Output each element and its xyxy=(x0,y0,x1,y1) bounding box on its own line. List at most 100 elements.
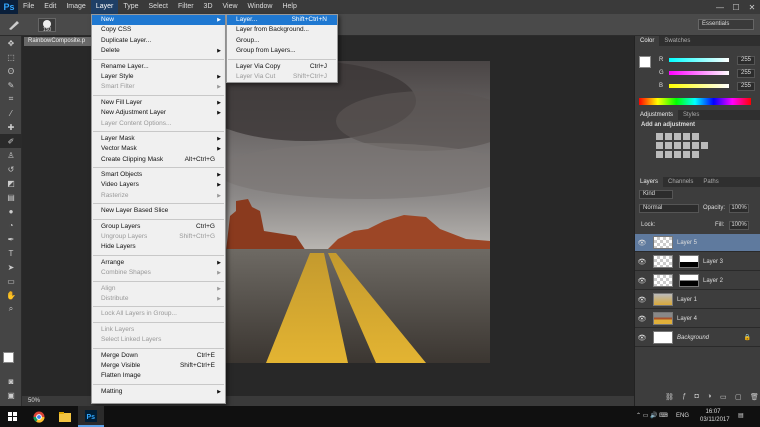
menu-item-new[interactable]: New ▶ xyxy=(92,15,225,26)
visibility-eye-icon[interactable]: 👁 xyxy=(635,315,649,323)
type-tool-icon[interactable]: T xyxy=(0,246,22,260)
language-indicator[interactable]: ENG xyxy=(676,406,689,427)
chrome-icon[interactable] xyxy=(26,406,52,427)
exposure-icon[interactable] xyxy=(683,133,690,140)
menu-window[interactable]: Window xyxy=(243,0,278,14)
menu-item-matting[interactable]: Matting ▶ xyxy=(92,387,225,397)
gradient-tool-icon[interactable]: ▤ xyxy=(0,190,22,204)
submenu-item-layer-from-background[interactable]: Layer from Background... xyxy=(227,25,337,35)
layer-row[interactable]: 👁 Layer 4 xyxy=(635,310,760,328)
layer-mask-thumbnail[interactable] xyxy=(679,255,699,268)
opacity-input[interactable]: 100% xyxy=(729,204,749,213)
tab-layers[interactable]: Layers xyxy=(635,177,664,187)
menu-item-select-linked-layers[interactable]: Select Linked Layers xyxy=(92,335,225,345)
blur-tool-icon[interactable]: ● xyxy=(0,204,22,218)
menu-help[interactable]: Help xyxy=(277,0,301,14)
menu-view[interactable]: View xyxy=(218,0,243,14)
threshold-icon[interactable] xyxy=(674,151,681,158)
menu-item-distribute[interactable]: Distribute ▶ xyxy=(92,294,225,304)
eyedropper-tool-icon[interactable]: ⁄ xyxy=(0,106,22,120)
brush-preset-picker[interactable]: 150 xyxy=(38,18,56,33)
selective-color-icon[interactable] xyxy=(692,151,699,158)
menu-item-layer-style[interactable]: Layer Style ▶ xyxy=(92,72,225,82)
visibility-eye-icon[interactable]: 👁 xyxy=(635,296,649,304)
foreground-color-swatch[interactable] xyxy=(3,352,14,363)
menu-item-align[interactable]: Align ▶ xyxy=(92,284,225,294)
quick-mask-icon[interactable]: ◙ xyxy=(0,374,22,388)
tab-styles[interactable]: Styles xyxy=(678,110,704,120)
menu-item-merge-visible[interactable]: Merge Visible Shift+Ctrl+E xyxy=(92,361,225,371)
hand-tool-icon[interactable]: ✋ xyxy=(0,288,22,302)
clone-stamp-tool-icon[interactable]: ♙ xyxy=(0,148,22,162)
submenu-item-group[interactable]: Group... xyxy=(227,36,337,46)
black-white-icon[interactable] xyxy=(674,142,681,149)
color-panel-foreground[interactable] xyxy=(639,56,651,68)
fx-icon[interactable]: ƒ xyxy=(682,393,686,401)
tab-paths[interactable]: Paths xyxy=(698,177,723,187)
file-explorer-icon[interactable] xyxy=(52,406,78,427)
menu-layer[interactable]: Layer xyxy=(90,0,119,14)
color-lookup-icon[interactable] xyxy=(701,142,708,149)
crop-tool-icon[interactable]: ⌗ xyxy=(0,92,22,106)
menu-item-arrange[interactable]: Arrange ▶ xyxy=(92,258,225,268)
visibility-eye-icon[interactable]: 👁 xyxy=(635,258,649,266)
menu-item-smart-filter[interactable]: Smart Filter ▶ xyxy=(92,82,225,92)
eraser-tool-icon[interactable]: ◩ xyxy=(0,176,22,190)
curves-icon[interactable] xyxy=(674,133,681,140)
menu-item-delete[interactable]: Delete ▶ xyxy=(92,46,225,56)
new-layer-icon[interactable]: ▢ xyxy=(735,393,742,401)
photoshop-taskbar-icon[interactable]: Ps xyxy=(78,406,104,427)
menu-filter[interactable]: Filter xyxy=(173,0,199,14)
tab-channels[interactable]: Channels xyxy=(663,177,698,187)
menu-item-smart-objects[interactable]: Smart Objects ▶ xyxy=(92,170,225,180)
menu-item-rename-layer[interactable]: Rename Layer... xyxy=(92,62,225,72)
submenu-item-layer-via-cut[interactable]: Layer Via Cut Shift+Ctrl+J xyxy=(227,72,337,82)
blend-mode-select[interactable]: Normal xyxy=(639,204,699,213)
layer-row[interactable]: 👁 Layer 2 xyxy=(635,272,760,290)
layer-row[interactable]: 👁 Layer 3 xyxy=(635,253,760,271)
visibility-eye-icon[interactable]: 👁 xyxy=(635,277,649,285)
maximize-button[interactable]: ☐ xyxy=(728,0,744,14)
menu-edit[interactable]: Edit xyxy=(39,0,61,14)
dodge-tool-icon[interactable]: ◔ xyxy=(0,218,22,232)
brush-tool-icon[interactable]: ✐ xyxy=(0,134,22,148)
tab-swatches[interactable]: Swatches xyxy=(659,36,695,46)
menu-item-ungroup-layers[interactable]: Ungroup Layers Shift+Ctrl+G xyxy=(92,232,225,242)
menu-item-vector-mask[interactable]: Vector Mask ▶ xyxy=(92,144,225,154)
menu-item-layer-mask[interactable]: Layer Mask ▶ xyxy=(92,134,225,144)
menu-select[interactable]: Select xyxy=(144,0,173,14)
levels-icon[interactable] xyxy=(665,133,672,140)
red-slider[interactable]: R 255 xyxy=(659,56,755,65)
rectangle-tool-icon[interactable]: ▭ xyxy=(0,274,22,288)
menu-item-lock-all-layers[interactable]: Lock All Layers in Group... xyxy=(92,309,225,319)
channel-mixer-icon[interactable] xyxy=(692,142,699,149)
posterize-icon[interactable] xyxy=(665,151,672,158)
layer-row[interactable]: 👁 Layer 5 xyxy=(635,234,760,252)
path-selection-tool-icon[interactable]: ➤ xyxy=(0,260,22,274)
clock[interactable]: 16:07 03/11/2017 xyxy=(700,408,730,424)
menu-type[interactable]: Type xyxy=(118,0,143,14)
tray-icons[interactable]: ⌃ ▭ 🔊 ⌨ xyxy=(636,406,668,427)
menu-3d[interactable]: 3D xyxy=(199,0,218,14)
zoom-tool-icon[interactable]: ⌕ xyxy=(0,302,22,316)
layer-row[interactable]: 👁 Layer 1 xyxy=(635,291,760,309)
quick-select-tool-icon[interactable]: ✎ xyxy=(0,78,22,92)
add-mask-icon[interactable]: ◘ xyxy=(695,393,699,401)
trash-icon[interactable]: 🗑 xyxy=(750,393,759,401)
menu-file[interactable]: File xyxy=(18,0,39,14)
notifications-icon[interactable]: ▤ xyxy=(738,406,744,427)
invert-icon[interactable] xyxy=(656,151,663,158)
menu-item-duplicate-layer[interactable]: Duplicate Layer... xyxy=(92,36,225,46)
gradient-map-icon[interactable] xyxy=(683,151,690,158)
submenu-item-layer-via-copy[interactable]: Layer Via Copy Ctrl+J xyxy=(227,62,337,72)
adjustment-layer-icon[interactable]: ◑ xyxy=(707,393,711,401)
pen-tool-icon[interactable]: ✒ xyxy=(0,232,22,246)
workspace-select[interactable]: Essentials xyxy=(698,19,754,30)
layer-mask-thumbnail[interactable] xyxy=(679,274,699,287)
tab-color[interactable]: Color xyxy=(635,36,660,46)
history-brush-tool-icon[interactable]: ↺ xyxy=(0,162,22,176)
windows-start-icon[interactable] xyxy=(0,406,26,427)
menu-item-link-layers[interactable]: Link Layers xyxy=(92,325,225,335)
menu-item-group-layers[interactable]: Group Layers Ctrl+G xyxy=(92,222,225,232)
healing-brush-tool-icon[interactable]: ✚ xyxy=(0,120,22,134)
